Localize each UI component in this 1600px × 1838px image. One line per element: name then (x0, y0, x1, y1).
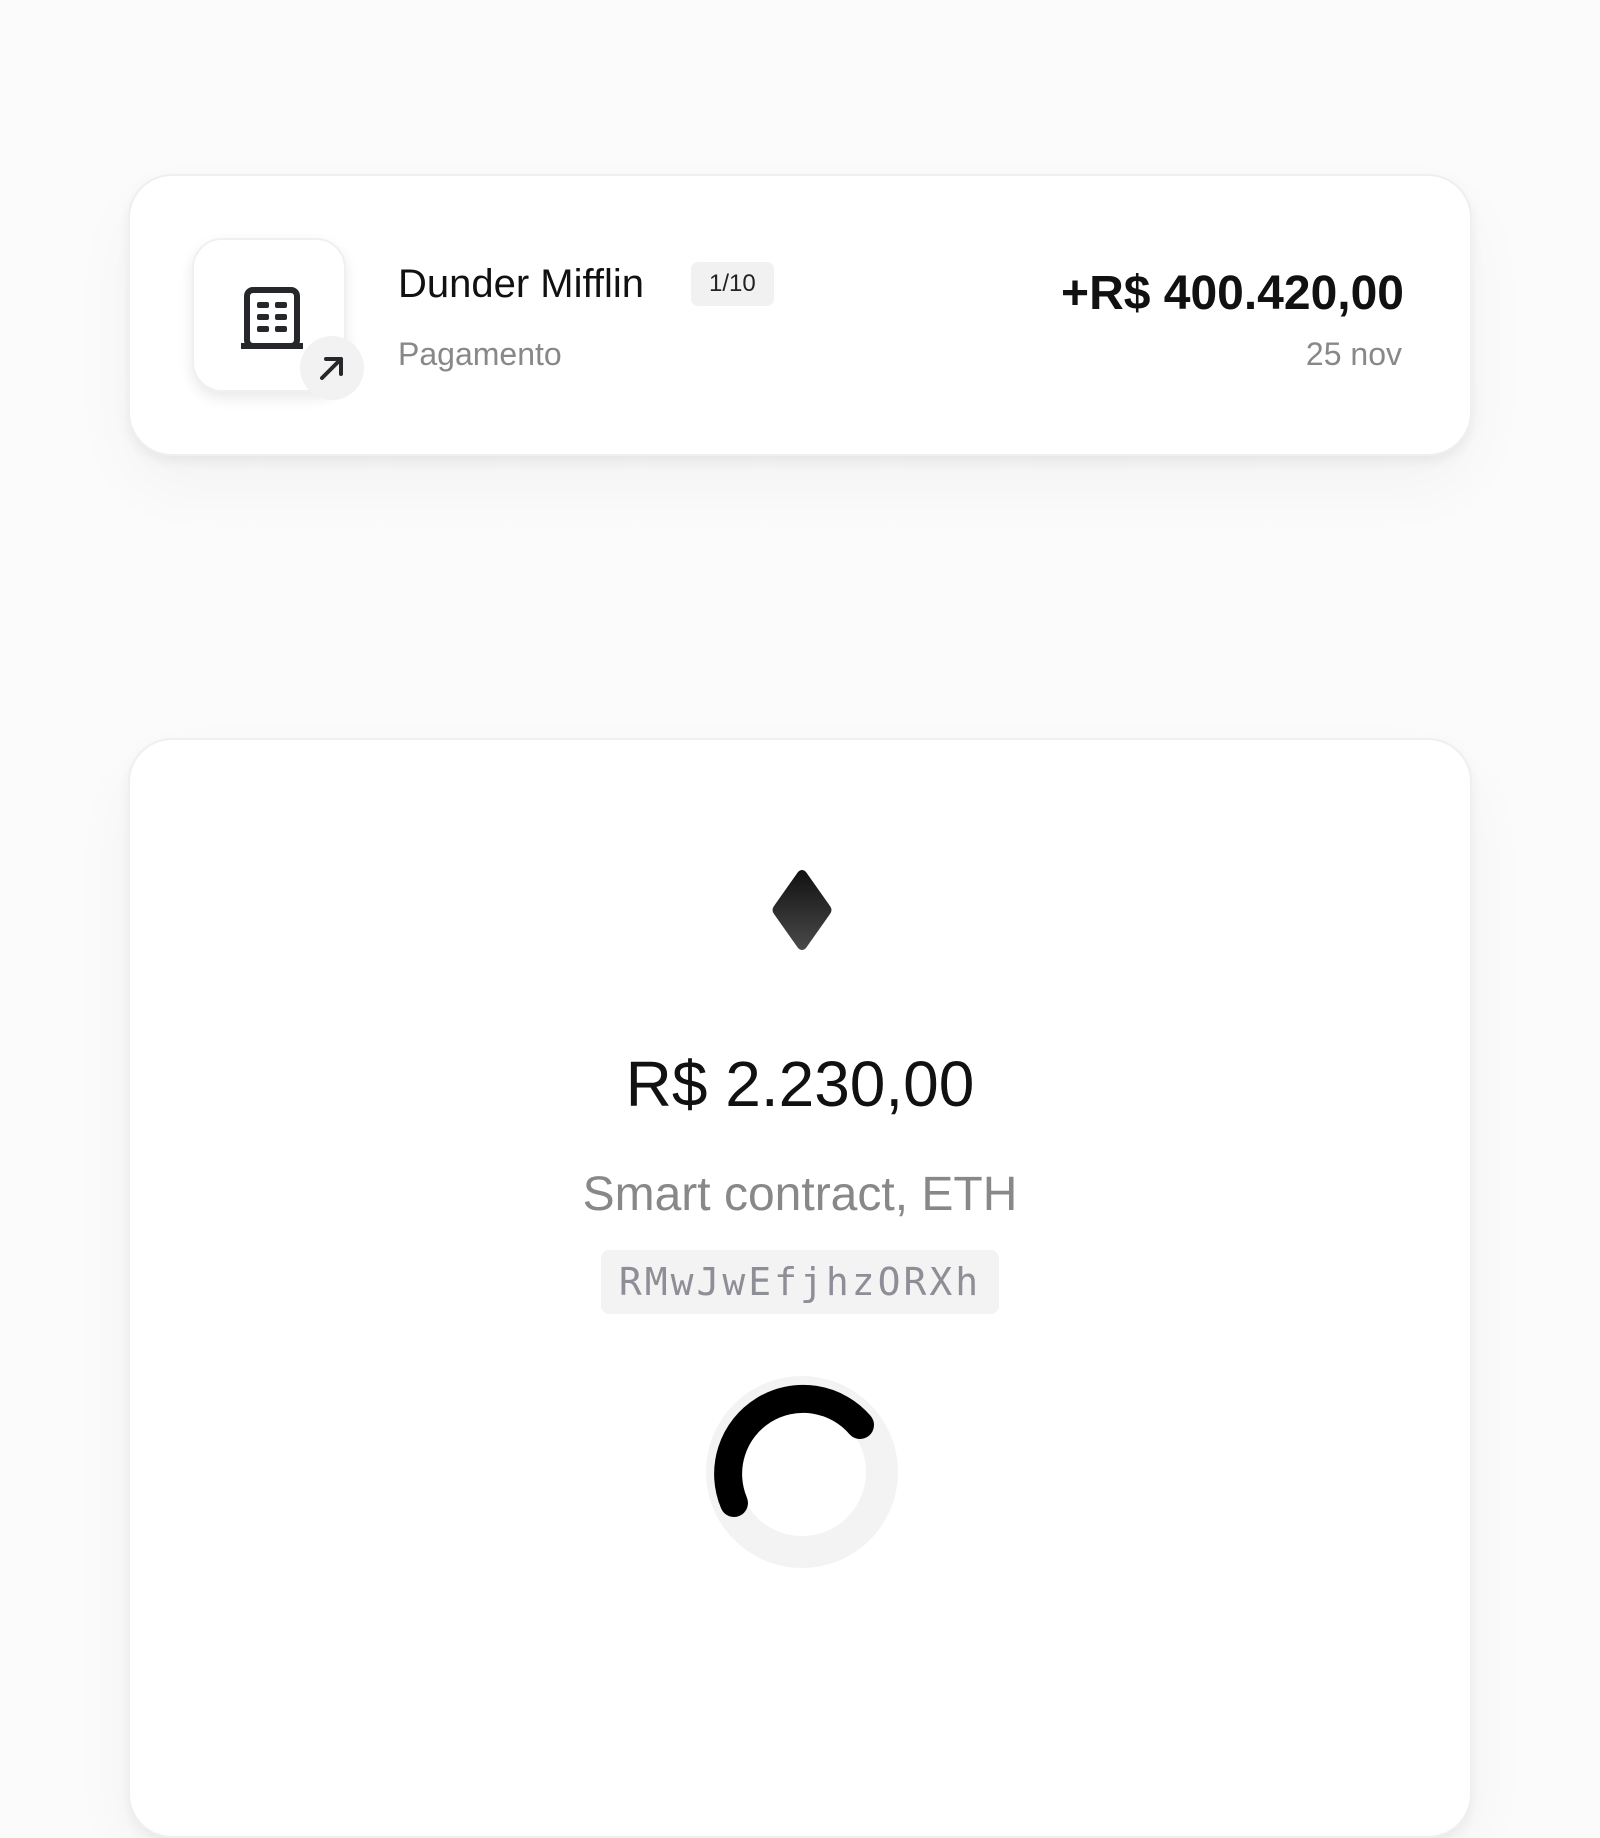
spinner-arc (714, 1384, 874, 1517)
loading-spinner (706, 1376, 898, 1568)
ethereum-icon (772, 870, 832, 950)
contract-description: Smart contract, ETH (582, 1168, 1018, 1221)
transaction-amount: +R$ 400.420,00 (1061, 267, 1404, 320)
arrow-up-right-icon (320, 357, 343, 380)
contract-hash[interactable]: RMwJwEfjhzORXh (600, 1250, 1000, 1314)
transaction-type: Pagamento (398, 336, 562, 372)
installment-badge: 1/10 (691, 262, 774, 306)
smart-contract-card: R$ 2.230,00 Smart contract, ETH RMwJwEfj… (128, 738, 1472, 1838)
transaction-card[interactable]: Dunder Mifflin 1/10 Pagamento +R$ 400.42… (128, 174, 1472, 456)
transaction-date: 25 nov (1305, 336, 1402, 372)
transaction-name: Dunder Mifflin (398, 262, 645, 306)
direction-badge (300, 336, 364, 400)
contract-amount: R$ 2.230,00 (625, 1048, 975, 1120)
building-icon (241, 287, 303, 349)
